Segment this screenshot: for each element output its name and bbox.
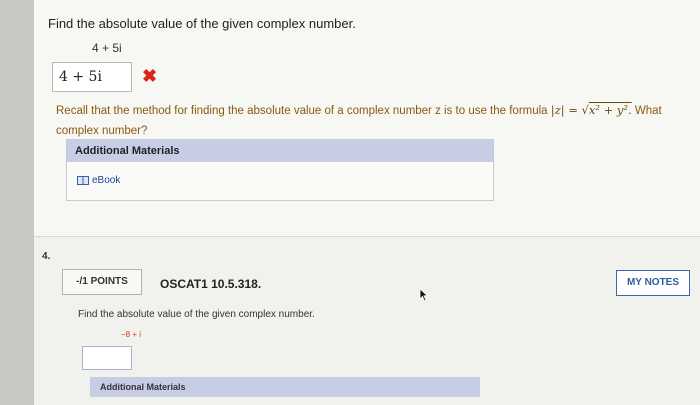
assignment-page: Find the absolute value of the given com… [34, 0, 700, 405]
mouse-cursor-icon [419, 288, 429, 302]
additional-materials-title: Additional Materials [67, 140, 493, 162]
ebook-label[interactable]: eBook [92, 175, 120, 186]
question-prompt: Find the absolute value of the given com… [48, 16, 356, 31]
incorrect-icon: ✖ [142, 66, 158, 86]
additional-materials-panel: Additional Materials eBook [66, 139, 494, 201]
feedback-text: Recall that the method for finding the a… [56, 105, 551, 117]
my-notes-button[interactable]: MY NOTES [616, 270, 690, 296]
answer-input[interactable]: 4 + 5i [52, 62, 132, 92]
problem-id: OSCAT1 10.5.318. [160, 277, 262, 291]
question4-prompt: Find the absolute value of the given com… [78, 309, 315, 320]
question4-answer-input[interactable] [82, 346, 132, 370]
book-icon [77, 176, 89, 185]
formula-radicand: x² + y². [588, 103, 632, 117]
question4-additional-materials-title: Additional Materials [90, 377, 480, 397]
question-index: 4. [42, 251, 51, 262]
formula-lhs: |z| = [550, 103, 582, 117]
question4-complex-number: −8 + i [121, 330, 142, 339]
ebook-link[interactable]: eBook [77, 175, 120, 186]
feedback-message: Recall that the method for finding the a… [56, 100, 696, 141]
complex-number: 4 + 5i [92, 41, 122, 55]
points-button[interactable]: -/1 POINTS [62, 269, 142, 295]
sqrt-symbol: √ [581, 103, 589, 117]
